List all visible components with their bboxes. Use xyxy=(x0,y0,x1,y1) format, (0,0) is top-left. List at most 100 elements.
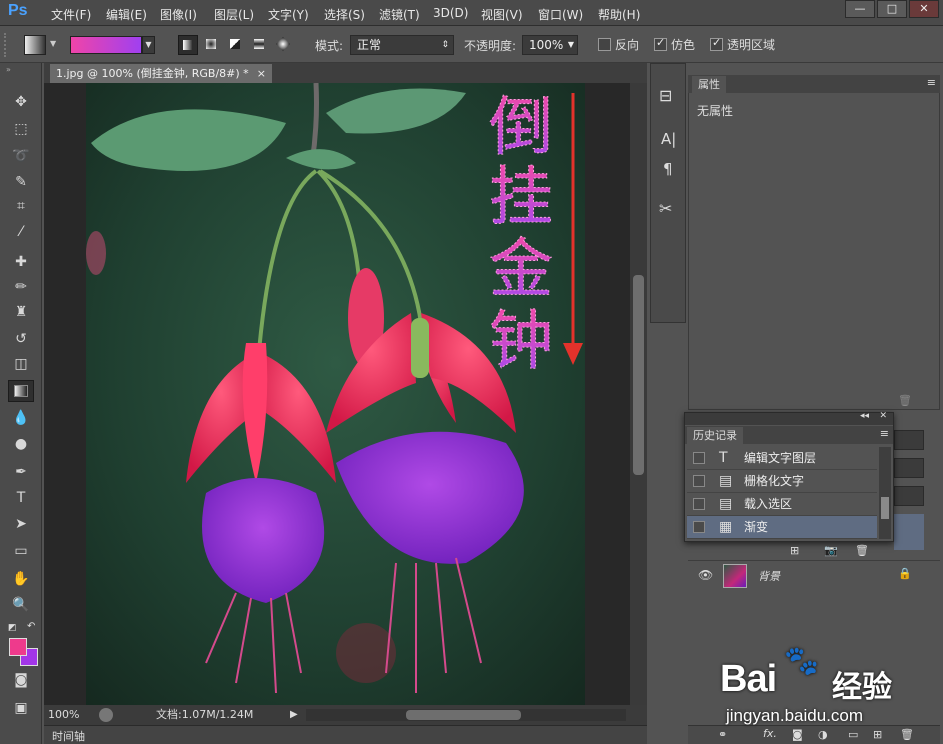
maximize-button[interactable]: □ xyxy=(877,0,907,18)
history-panel-titlebar[interactable]: ◂◂ ✕ xyxy=(685,411,893,425)
shape-tool-icon[interactable]: ▭ xyxy=(8,540,34,562)
history-item-load-selection[interactable]: ▤ 载入选区 xyxy=(687,493,877,516)
dodge-tool-icon[interactable]: ● xyxy=(8,433,34,455)
marquee-tool-icon[interactable]: ⬚ xyxy=(8,118,34,140)
gradient-preview[interactable] xyxy=(70,36,142,54)
snapshot-checkbox[interactable] xyxy=(693,498,705,510)
menu-help[interactable]: 帮助(H) xyxy=(598,6,640,23)
gradient-dropdown-icon[interactable]: ▼ xyxy=(142,36,155,54)
dither-checkbox[interactable]: 仿色 xyxy=(654,36,695,53)
collapse-icon[interactable]: ◂◂ xyxy=(860,411,869,421)
snapshot-checkbox[interactable] xyxy=(693,521,705,533)
history-item-gradient[interactable]: ▦ 渐变 xyxy=(687,516,877,539)
menu-view[interactable]: 视图(V) xyxy=(481,6,523,23)
new-document-icon[interactable]: ⊞ xyxy=(790,544,799,557)
trash-icon[interactable]: 🗑 xyxy=(898,394,912,407)
menu-file[interactable]: 文件(F) xyxy=(51,6,91,23)
hand-tool-icon[interactable]: ✋ xyxy=(8,568,34,590)
horizontal-scroll-thumb[interactable] xyxy=(406,710,521,720)
stamp-tool-icon[interactable]: ♜ xyxy=(8,301,34,323)
history-item-rasterize[interactable]: ▤ 栅格化文字 xyxy=(687,470,877,493)
photoshop-logo: Ps xyxy=(8,2,28,19)
history-scroll-thumb[interactable] xyxy=(881,497,889,519)
properties-panel-icon[interactable]: ⊟ xyxy=(659,86,672,105)
brush-tool-icon[interactable]: ✏ xyxy=(8,276,34,298)
layer-name[interactable]: 背景 xyxy=(758,568,780,584)
panel-menu-icon[interactable]: ≡ xyxy=(927,76,936,89)
snapshot-checkbox[interactable] xyxy=(693,452,705,464)
panel-menu-icon[interactable]: ≡ xyxy=(880,427,889,440)
move-tool-icon[interactable]: ✥ xyxy=(8,91,34,113)
layer-row-background[interactable]: 👁 背景 🔒 xyxy=(688,560,940,590)
quick-select-tool-icon[interactable]: ✎ xyxy=(8,171,34,193)
layers-blend-field[interactable] xyxy=(894,430,924,450)
mode-select[interactable]: 正常 ⇕ xyxy=(350,35,454,55)
properties-tab[interactable]: 属性 xyxy=(692,76,726,93)
vertical-scroll-thumb[interactable] xyxy=(633,275,644,475)
path-select-tool-icon[interactable]: ➤ xyxy=(8,513,34,535)
snapshot-checkbox[interactable] xyxy=(693,475,705,487)
reflected-gradient-button[interactable] xyxy=(250,35,270,55)
crop-tool-icon[interactable]: ⌗ xyxy=(8,195,34,217)
menu-3d[interactable]: 3D(D) xyxy=(433,6,468,20)
default-colors-icon[interactable]: ◩ xyxy=(8,623,17,633)
diamond-gradient-button[interactable] xyxy=(274,35,294,55)
history-scrollbar[interactable] xyxy=(879,447,891,539)
paragraph-panel-icon[interactable]: ¶ xyxy=(663,160,673,178)
history-brush-tool-icon[interactable]: ↺ xyxy=(8,328,34,350)
layers-fill-field[interactable] xyxy=(894,486,924,506)
lasso-tool-icon[interactable]: ➰ xyxy=(8,145,34,167)
menu-edit[interactable]: 编辑(E) xyxy=(106,6,147,23)
close-button[interactable]: ✕ xyxy=(909,0,939,18)
quick-mask-icon[interactable]: ◙ xyxy=(8,669,34,691)
gradient-tool-icon[interactable] xyxy=(8,380,34,402)
tab-close-icon[interactable]: × xyxy=(257,64,266,83)
preset-dropdown-icon[interactable]: ▼ xyxy=(50,39,56,48)
foreground-color-swatch[interactable] xyxy=(9,638,27,656)
history-layer-icon: ▤ xyxy=(719,473,733,489)
reverse-checkbox[interactable]: 反向 xyxy=(598,36,639,53)
camera-snapshot-icon[interactable]: 📷 xyxy=(824,544,838,557)
swap-colors-icon[interactable]: ↶ xyxy=(27,621,35,632)
linear-gradient-button[interactable] xyxy=(178,35,198,55)
menu-image[interactable]: 图像(I) xyxy=(160,6,197,23)
history-item-edit-text[interactable]: T 编辑文字图层 xyxy=(687,447,877,470)
menu-layer[interactable]: 图层(L) xyxy=(214,6,254,23)
character-panel-icon[interactable]: A| xyxy=(661,130,676,148)
eyedropper-tool-icon[interactable]: ⁄ xyxy=(8,221,34,243)
history-tab[interactable]: 历史记录 xyxy=(687,427,743,444)
transparency-checkbox[interactable]: 透明区域 xyxy=(710,36,775,53)
zoom-level[interactable]: 100% xyxy=(48,705,79,725)
healing-brush-tool-icon[interactable]: ✚ xyxy=(8,251,34,273)
minimize-button[interactable]: — xyxy=(845,0,875,18)
grip-handle[interactable] xyxy=(4,33,10,57)
status-menu-icon[interactable] xyxy=(99,708,113,722)
document-canvas[interactable]: 倒 挂 金 钟 xyxy=(86,83,585,705)
document-tab[interactable]: 1.jpg @ 100% (倒挂金钟, RGB/8#) * × xyxy=(50,64,272,83)
layer-row-selected[interactable] xyxy=(894,514,924,550)
pen-tool-icon[interactable]: ✒ xyxy=(8,461,34,483)
tool-presets-icon[interactable]: ✂ xyxy=(659,199,672,218)
delete-trash-icon[interactable]: 🗑 xyxy=(855,544,869,557)
menu-type[interactable]: 文字(Y) xyxy=(268,6,309,23)
collapse-arrows-icon[interactable]: » xyxy=(6,65,11,74)
menu-select[interactable]: 选择(S) xyxy=(324,6,365,23)
visibility-eye-icon[interactable]: 👁 xyxy=(698,568,713,582)
close-icon[interactable]: ✕ xyxy=(879,411,887,421)
menu-filter[interactable]: 滤镜(T) xyxy=(379,6,420,23)
menu-window[interactable]: 窗口(W) xyxy=(538,6,583,23)
status-arrow-icon[interactable]: ▶ xyxy=(290,705,298,725)
eraser-tool-icon[interactable]: ◫ xyxy=(8,353,34,375)
type-tool-icon[interactable]: T xyxy=(8,487,34,509)
tool-preset-icon[interactable] xyxy=(24,35,46,55)
properties-panel: 无属性 🗑 xyxy=(688,75,940,410)
timeline-panel-tab[interactable]: 时间轴 xyxy=(44,725,647,744)
angle-gradient-button[interactable] xyxy=(226,35,246,55)
opacity-input[interactable]: 100% ▼ xyxy=(522,35,578,55)
screen-mode-icon[interactable]: ▣ xyxy=(8,697,34,719)
horizontal-scrollbar[interactable] xyxy=(306,709,626,721)
zoom-tool-icon[interactable]: 🔍 xyxy=(8,594,34,616)
blur-tool-icon[interactable]: 💧 xyxy=(8,407,34,429)
layers-opacity-field[interactable] xyxy=(894,458,924,478)
radial-gradient-button[interactable] xyxy=(202,35,222,55)
